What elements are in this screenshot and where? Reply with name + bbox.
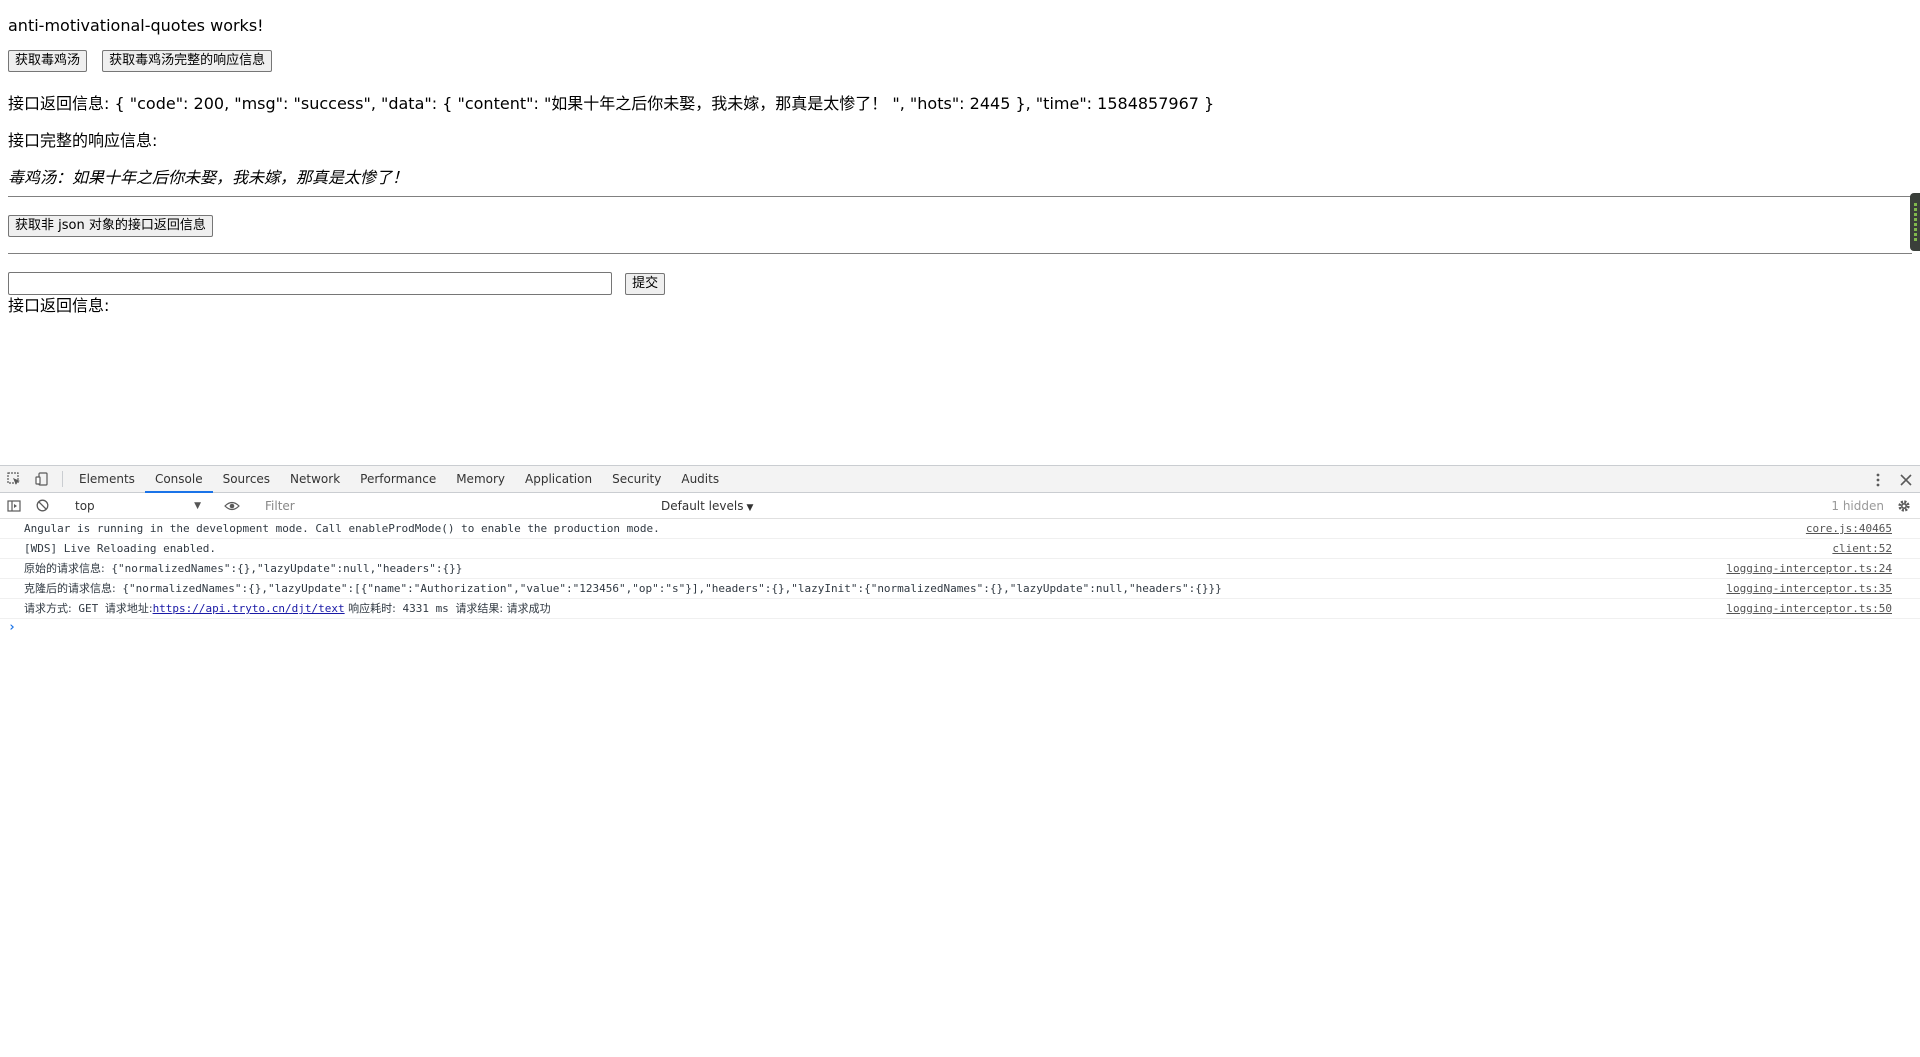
grip-icon: [1914, 203, 1917, 241]
console-source-link[interactable]: logging-interceptor.ts:24: [1726, 559, 1892, 578]
console-message-text: {"normalizedNames":{},"lazyUpdate":null,…: [104, 562, 463, 575]
context-select[interactable]: top ▼: [69, 496, 205, 516]
request-url-label: 请求地址:: [104, 602, 153, 615]
tab-application[interactable]: Application: [515, 466, 602, 492]
full-response-label: 接口完整的响应信息:: [8, 131, 158, 150]
console-message: 克隆后的请求信息: {"normalizedNames":{},"lazyUpd…: [0, 579, 1920, 599]
response-text: 接口返回信息: { "code": 200, "msg": "success",…: [8, 94, 1215, 113]
show-sidebar-icon[interactable]: [0, 499, 28, 512]
inspect-element-icon[interactable]: [0, 466, 28, 492]
request-url-link[interactable]: https://api.tryto.cn/djt/text: [153, 602, 345, 615]
console-messages: Angular is running in the development mo…: [0, 519, 1920, 639]
bottom-divider: [8, 253, 1912, 254]
dropdown-arrow-icon: ▼: [194, 500, 201, 511]
non-json-section: 获取非 json 对象的接口返回信息: [8, 197, 1912, 253]
log-levels-dropdown[interactable]: Default levels ▼: [661, 499, 753, 513]
tab-security[interactable]: Security: [602, 466, 671, 492]
console-message: [WDS] Live Reloading enabled. client:52: [0, 539, 1920, 559]
get-full-response-button[interactable]: 获取毒鸡汤完整的响应信息: [102, 50, 273, 72]
live-expression-eye-icon[interactable]: [218, 501, 246, 511]
hidden-messages-count: 1 hidden: [1831, 498, 1884, 513]
result-label: 接口返回信息:: [8, 296, 110, 315]
devtools-panel: Elements Console Sources Network Perform…: [0, 465, 1920, 1057]
device-toolbar-icon[interactable]: [28, 466, 56, 492]
submit-button[interactable]: 提交: [625, 272, 666, 295]
action-buttons: 获取毒鸡汤 获取毒鸡汤完整的响应信息: [8, 50, 1912, 74]
tab-network[interactable]: Network: [280, 466, 350, 492]
console-source-link[interactable]: core.js:40465: [1806, 519, 1892, 538]
app-title: anti-motivational-quotes works!: [8, 16, 264, 35]
close-devtools-icon[interactable]: [1892, 473, 1920, 486]
console-message-text: {"normalizedNames":{},"lazyUpdate":[{"na…: [115, 582, 1222, 595]
request-method-value: GET: [71, 602, 105, 615]
console-prompt[interactable]: ›: [0, 619, 1920, 639]
console-message: Angular is running in the development mo…: [0, 519, 1920, 539]
quote-text: 毒鸡汤：如果十年之后你未娶，我未嫁，那真是太惨了！: [8, 168, 409, 187]
console-message-label: 克隆后的请求信息:: [24, 582, 116, 595]
console-filter-input[interactable]: [259, 495, 653, 516]
console-message-text: Angular is running in the development mo…: [24, 522, 660, 535]
tabbar-right-controls: [1851, 466, 1920, 493]
response-time-value: 4331 ms: [395, 602, 456, 615]
console-toolbar: top ▼ Default levels▼ 1 hidden: [0, 493, 1920, 519]
prompt-chevron-icon: ›: [8, 620, 16, 635]
console-message-text: [WDS] Live Reloading enabled.: [24, 542, 217, 555]
request-result-label: 请求结果:: [455, 602, 504, 615]
devtools-tabbar: Elements Console Sources Network Perform…: [0, 466, 1920, 493]
request-method-label: 请求方式:: [24, 602, 72, 615]
request-result-value: 请求成功: [503, 602, 551, 615]
console-source-link[interactable]: logging-interceptor.ts:35: [1726, 579, 1892, 598]
console-source-link[interactable]: client:52: [1832, 539, 1892, 558]
tab-console[interactable]: Console: [144, 466, 213, 493]
context-select-value: top: [75, 498, 95, 513]
console-message-label: 原始的请求信息:: [24, 562, 105, 575]
console-message: 请求方式: GET 请求地址:https://api.tryto.cn/djt/…: [0, 599, 1920, 619]
page-viewport: anti-motivational-quotes works! 获取毒鸡汤 获取…: [0, 0, 1920, 465]
console-source-link[interactable]: logging-interceptor.ts:50: [1726, 599, 1892, 618]
tab-performance[interactable]: Performance: [350, 466, 446, 492]
text-input[interactable]: [8, 272, 612, 295]
console-settings-gear-icon[interactable]: [1894, 496, 1914, 516]
log-levels-label: Default levels: [661, 498, 744, 513]
tabbar-separator: [62, 471, 63, 487]
dropdown-arrow-icon: ▼: [746, 502, 754, 513]
tab-audits[interactable]: Audits: [671, 466, 729, 492]
app-root: anti-motivational-quotes works! 获取毒鸡汤 获取…: [0, 16, 1920, 316]
tab-memory[interactable]: Memory: [446, 466, 515, 492]
more-options-icon[interactable]: [1864, 473, 1892, 487]
get-non-json-button[interactable]: 获取非 json 对象的接口返回信息: [8, 215, 213, 237]
tab-sources[interactable]: Sources: [213, 466, 280, 492]
response-time-label: 响应耗时:: [344, 602, 396, 615]
tab-elements[interactable]: Elements: [69, 466, 145, 492]
get-soup-button[interactable]: 获取毒鸡汤: [8, 50, 88, 72]
submit-form: 提交: [8, 272, 1912, 296]
side-scroll-handle[interactable]: [1910, 193, 1920, 251]
console-message: 原始的请求信息: {"normalizedNames":{},"lazyUpda…: [0, 559, 1920, 579]
clear-console-icon[interactable]: [28, 499, 56, 512]
